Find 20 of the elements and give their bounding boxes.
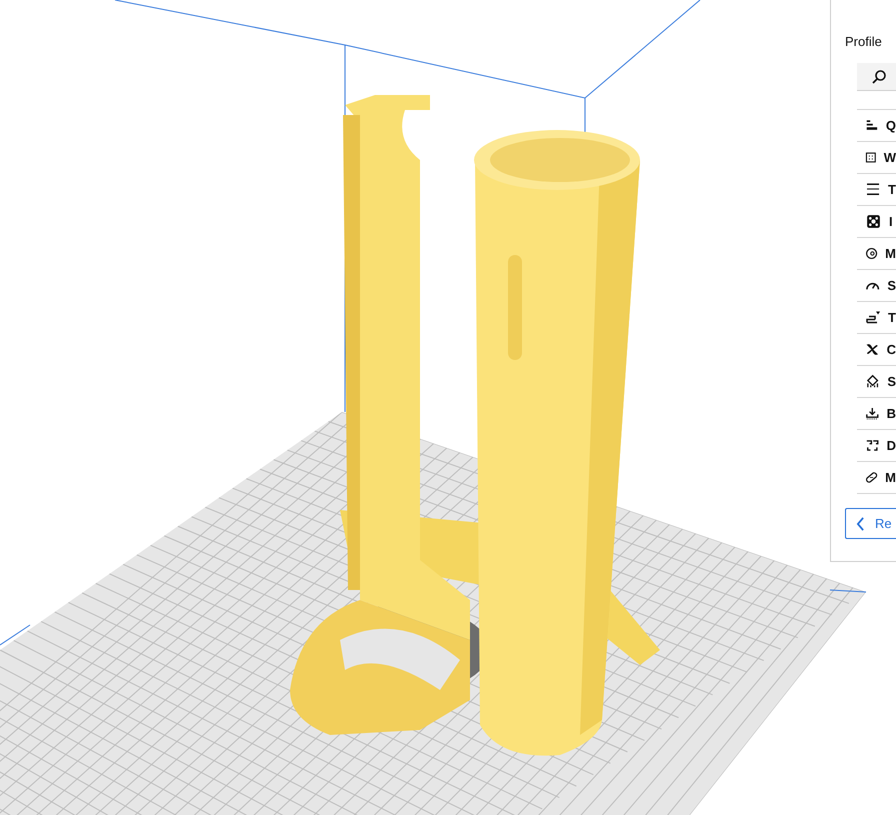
setting-category[interactable]: B — [857, 398, 896, 430]
setting-category[interactable]: T — [857, 302, 896, 334]
setting-category[interactable]: Q — [857, 110, 896, 142]
setting-category[interactable]: I — [857, 206, 896, 238]
setting-category[interactable]: D — [857, 430, 896, 462]
setting-category[interactable]: S — [857, 270, 896, 302]
setting-category[interactable]: T — [857, 174, 896, 206]
pattern-square-icon — [865, 213, 882, 230]
setting-category[interactable]: M — [857, 462, 896, 494]
recommended-button[interactable]: Re — [845, 508, 896, 539]
profile-label: Profile — [845, 34, 882, 49]
download-tray-icon — [865, 405, 880, 422]
setting-category[interactable]: M — [857, 238, 896, 270]
search-field[interactable] — [857, 63, 896, 91]
chevron-left-icon — [856, 516, 865, 530]
setting-category[interactable]: W — [857, 142, 896, 174]
search-icon — [871, 68, 887, 84]
setting-category[interactable]: C — [857, 334, 896, 366]
support-icon — [865, 373, 880, 390]
setting-category[interactable]: S — [857, 366, 896, 398]
